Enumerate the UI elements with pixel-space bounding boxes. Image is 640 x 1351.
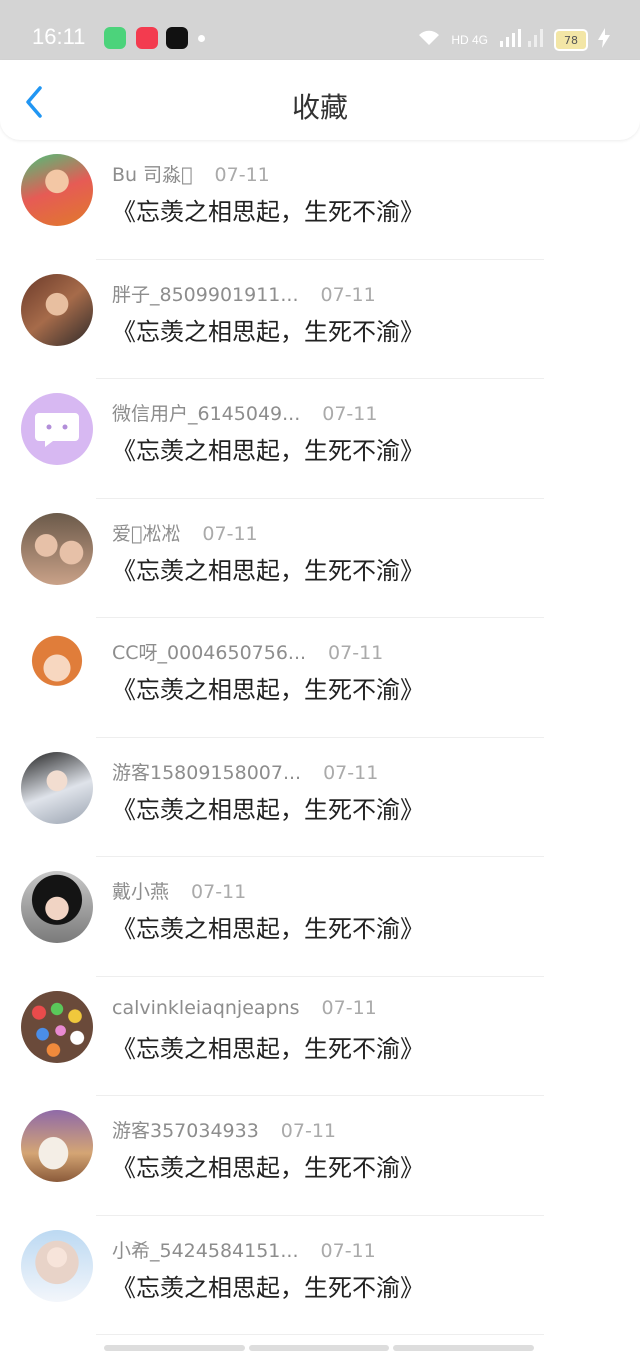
list-item[interactable]: 微信用户_6145049... 07-11 《忘羡之相思起，生死不渝》	[0, 379, 640, 499]
date: 07-11	[191, 881, 247, 903]
user-name[interactable]: 胖子_8509901911...	[112, 284, 299, 306]
network-label: HD 4G	[451, 33, 488, 47]
avatar[interactable]	[21, 871, 93, 943]
avatar[interactable]	[21, 1110, 93, 1182]
list-item[interactable]: 游客357034933 07-11 《忘羡之相思起，生死不渝》	[0, 1096, 640, 1216]
avatar[interactable]	[21, 1229, 93, 1302]
favorite-title[interactable]: 《忘羡之相思起，生死不渝》	[112, 312, 424, 347]
favorite-title[interactable]: 《忘羡之相思起，生死不渝》	[112, 670, 424, 705]
avatar[interactable]	[21, 632, 93, 704]
list-item[interactable]: Bu 司淼  07-11 《忘羡之相思起，生死不渝》	[0, 140, 640, 260]
date: 07-11	[323, 761, 379, 784]
avatar[interactable]	[21, 512, 93, 585]
wifi-icon	[417, 29, 441, 51]
favorite-title[interactable]: 《忘羡之相思起，生死不渝》	[112, 909, 424, 944]
user-name[interactable]: 游客15809158007...	[112, 762, 301, 784]
header: 收藏	[0, 60, 640, 140]
date: 07-11	[320, 283, 376, 306]
favorites-list: Bu 司淼  07-11 《忘羡之相思起，生死不渝》 胖子_8509901911.…	[0, 140, 640, 1335]
user-name[interactable]: 戴小燕	[112, 881, 169, 903]
divider	[96, 1334, 544, 1335]
favorite-title[interactable]: 《忘羡之相思起，生死不渝》	[112, 790, 424, 825]
tiktok-app-icon	[166, 27, 188, 49]
list-item[interactable]: calvinkleiaqnjeapns 07-11 《忘羡之相思起，生死不渝》	[0, 977, 640, 1096]
placeholder-bar	[248, 1345, 390, 1351]
favorite-title[interactable]: 《忘羡之相思起，生死不渝》	[112, 1029, 424, 1064]
date: 07-11	[280, 1120, 337, 1142]
favorite-title[interactable]: 《忘羡之相思起，生死不渝》	[112, 431, 424, 466]
load-more-placeholder	[104, 1345, 535, 1351]
xiaohongshu-app-icon	[136, 27, 158, 49]
avatar[interactable]	[21, 990, 93, 1063]
user-name[interactable]: calvinkleiaqnjeapns	[112, 997, 300, 1019]
charging-icon	[598, 28, 610, 52]
list-item[interactable]: 小希_5424584151... 07-11 《忘羡之相思起，生死不渝》	[0, 1216, 640, 1335]
battery-icon: 78	[554, 29, 588, 51]
user-name[interactable]: Bu 司淼 	[112, 164, 193, 186]
date: 07-11	[328, 642, 384, 664]
date: 07-11	[321, 996, 377, 1019]
favorite-title[interactable]: 《忘羡之相思起，生死不渝》	[112, 551, 424, 586]
list-item[interactable]: 胖子_8509901911... 07-11 《忘羡之相思起，生死不渝》	[0, 260, 640, 379]
date: 07-11	[322, 403, 378, 425]
notification-dot-icon	[198, 35, 205, 42]
list-item[interactable]: 爱 凇凇 07-11 《忘羡之相思起，生死不渝》	[0, 499, 640, 618]
user-name[interactable]: 游客357034933	[112, 1120, 259, 1142]
user-name[interactable]: 小希_5424584151...	[112, 1240, 299, 1262]
date: 07-11	[320, 1239, 376, 1262]
list-item[interactable]: 游客15809158007... 07-11 《忘羡之相思起，生死不渝》	[0, 738, 640, 857]
status-time: 16:11	[32, 24, 86, 49]
default-avatar-icon	[35, 413, 79, 447]
date: 07-11	[202, 522, 258, 545]
list-item[interactable]: CC呀_0004650756... 07-11 《忘羡之相思起，生死不渝》	[0, 618, 640, 738]
favorite-title[interactable]: 《忘羡之相思起，生死不渝》	[112, 1148, 424, 1183]
avatar[interactable]	[21, 273, 93, 346]
placeholder-bar	[393, 1345, 535, 1351]
date: 07-11	[214, 164, 270, 186]
avatar[interactable]	[21, 751, 93, 824]
wechat-app-icon	[104, 27, 126, 49]
user-name[interactable]: CC呀_0004650756...	[112, 642, 306, 664]
favorite-title[interactable]: 《忘羡之相思起，生死不渝》	[112, 1268, 424, 1303]
user-name[interactable]: 微信用户_6145049...	[112, 403, 300, 425]
list-item[interactable]: 戴小燕 07-11 《忘羡之相思起，生死不渝》	[0, 857, 640, 977]
signal-icon	[498, 29, 544, 51]
favorite-title[interactable]: 《忘羡之相思起，生死不渝》	[112, 192, 424, 227]
avatar[interactable]	[21, 154, 93, 226]
avatar[interactable]	[21, 393, 93, 465]
status-bar: 16:11 HD 4G 78	[0, 0, 640, 60]
page-title: 收藏	[291, 91, 348, 124]
user-name[interactable]: 爱 凇凇	[112, 523, 180, 545]
placeholder-bar	[104, 1345, 245, 1351]
